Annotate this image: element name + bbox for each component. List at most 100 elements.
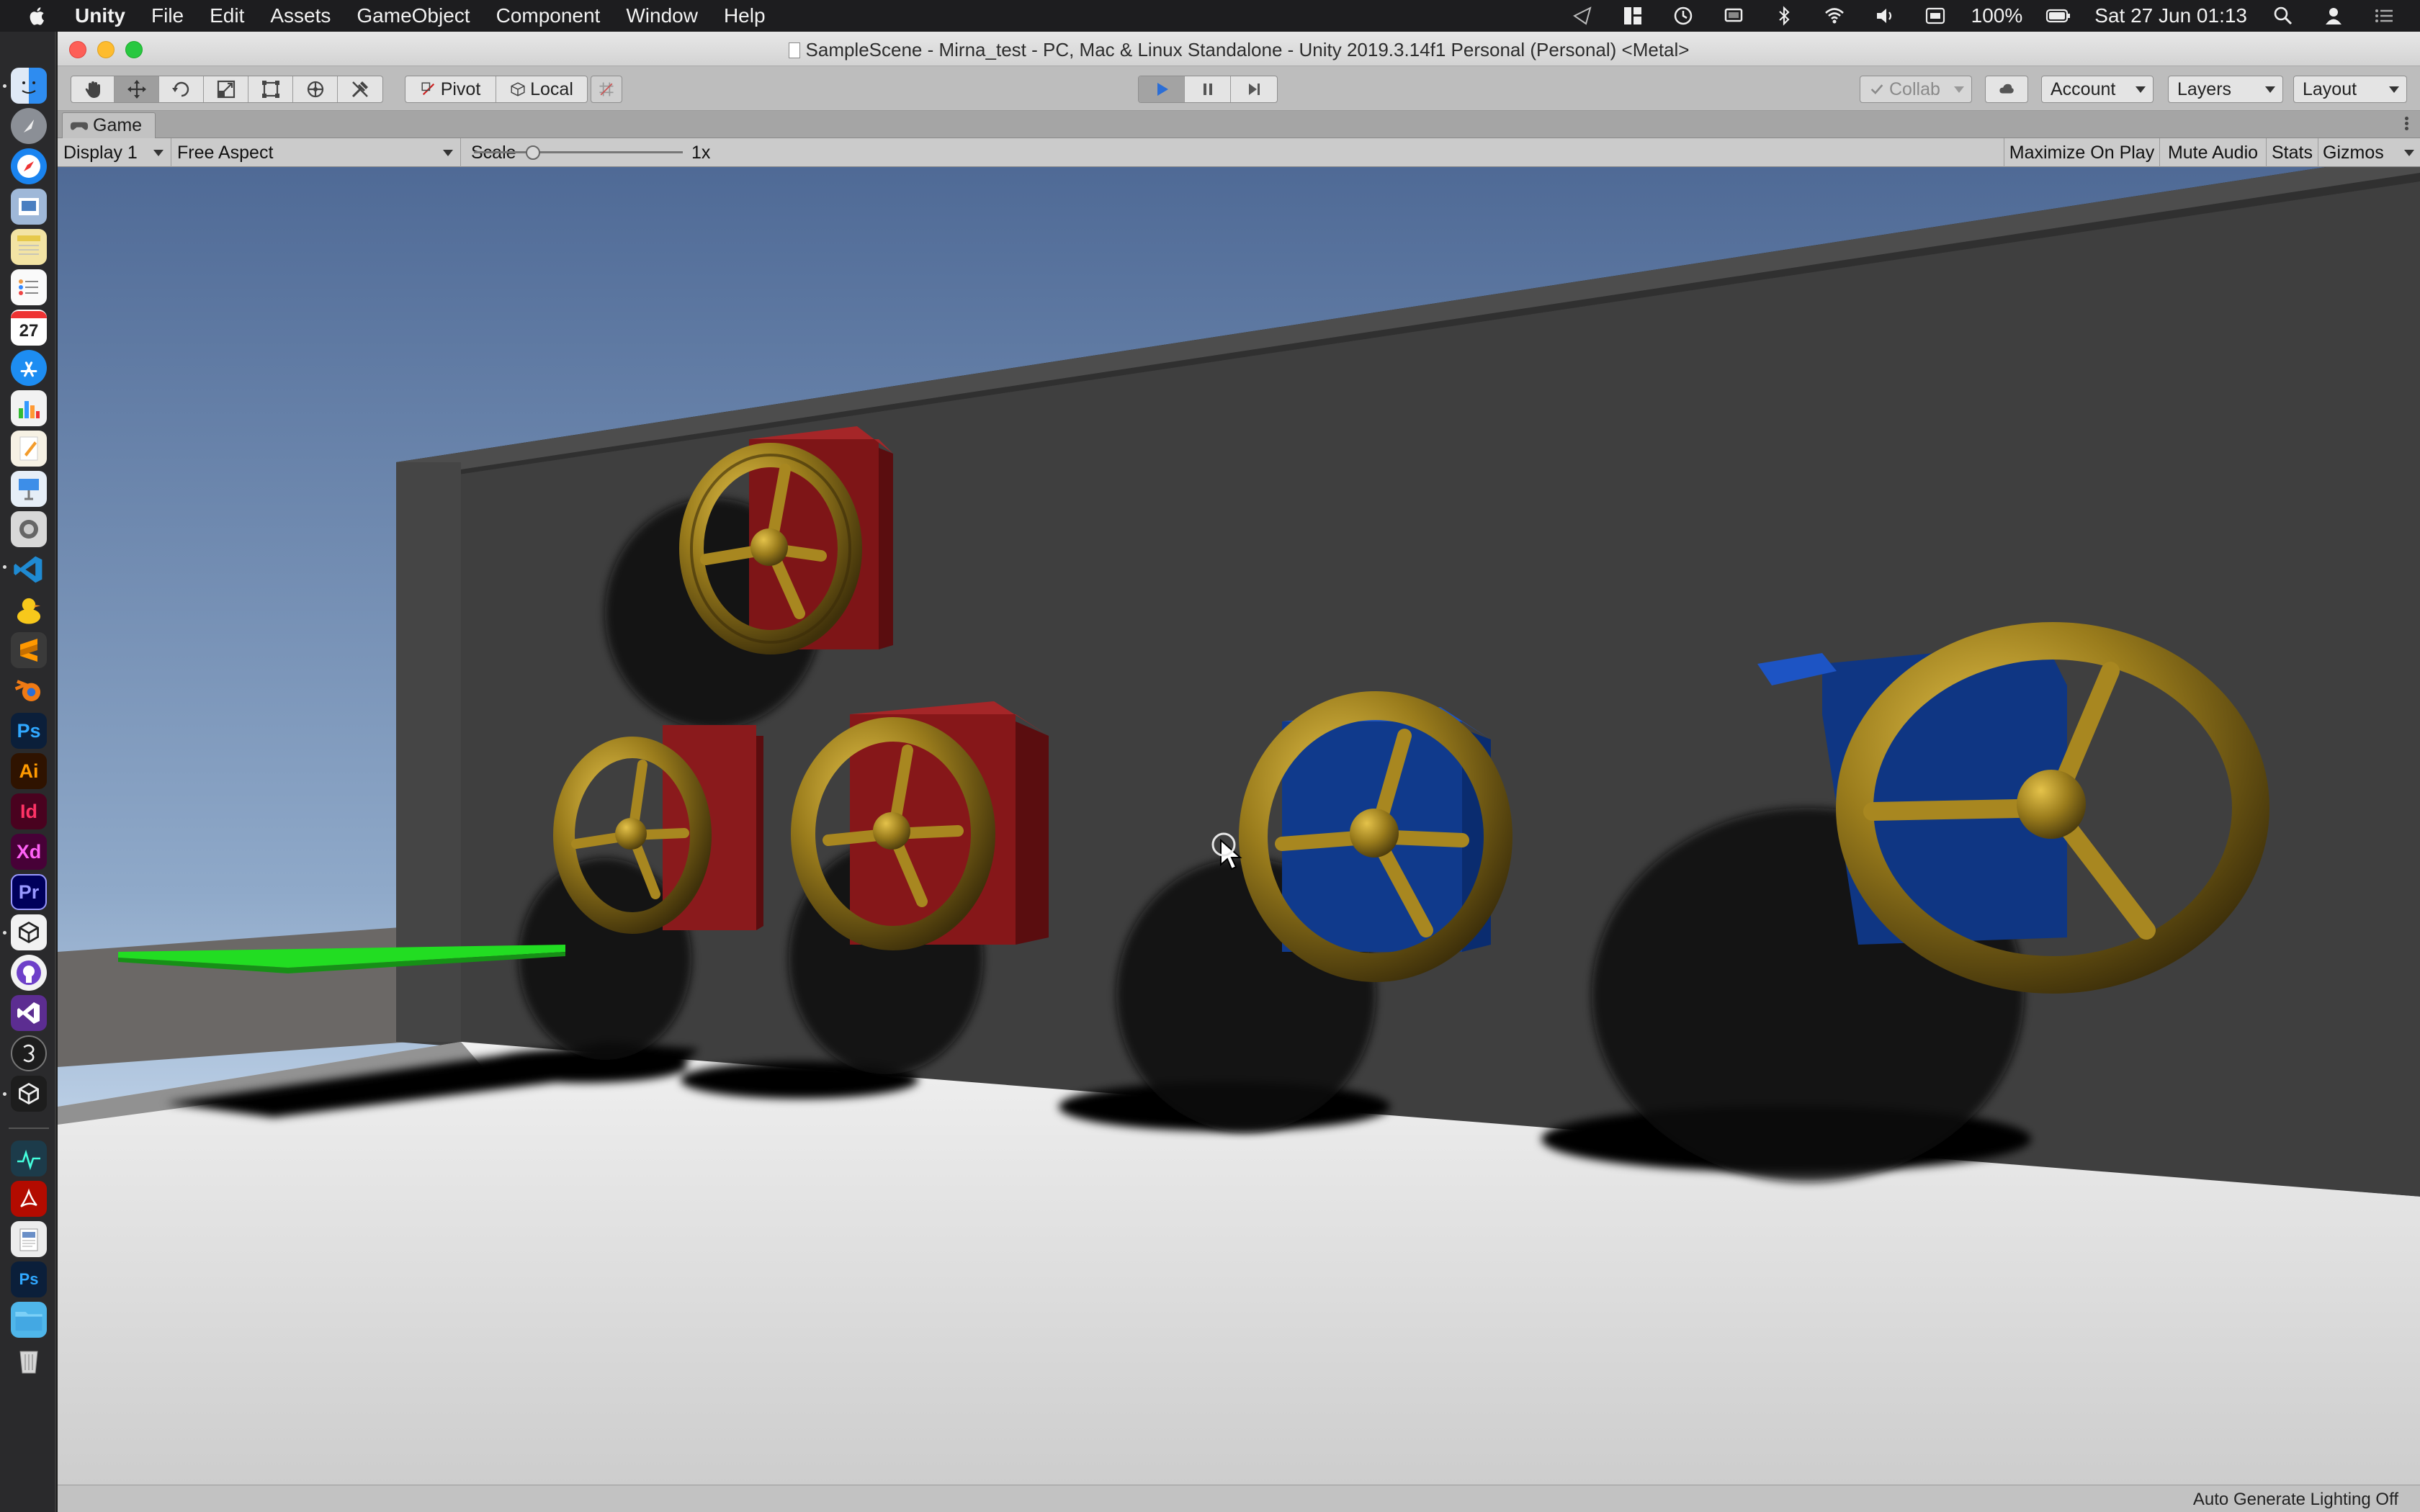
menu-edit[interactable]: Edit [197,4,257,27]
menu-assets[interactable]: Assets [257,4,344,27]
calendar-day: 27 [19,321,39,341]
spotlight-search-icon[interactable] [2269,5,2298,27]
unity-editor-icon[interactable] [11,1076,47,1112]
transform-all-tool-button[interactable] [293,76,338,102]
step-button[interactable] [1231,76,1277,102]
dock: 27 Ps Ai Id Xd Pr Ps [0,32,56,1512]
font-app-icon[interactable] [11,1035,47,1071]
playmode-controls [1138,76,1278,103]
numbers-icon[interactable] [11,390,47,426]
apple-menu-icon[interactable] [20,6,56,26]
gamepad-icon [70,122,89,130]
keyboard-input-icon[interactable] [1921,5,1950,27]
game-viewport[interactable] [58,167,2420,1485]
custom-tool-button[interactable] [338,76,382,102]
finder-icon[interactable] [11,68,47,104]
adobe-xd-icon[interactable]: Xd [11,834,47,870]
menu-window[interactable]: Window [613,4,711,27]
launchpad-icon[interactable] [11,108,47,144]
unity-cloud-status-icon[interactable] [1568,5,1597,27]
dock-running-indicator [3,1092,6,1096]
mute-audio-toggle[interactable]: Mute Audio [2159,138,2266,167]
display-label: Display 1 [63,142,138,163]
hand-tool-button[interactable] [71,76,115,102]
wifi-icon[interactable] [1820,5,1849,27]
layers-dropdown[interactable]: Layers [2168,76,2283,103]
psd-file-icon[interactable]: Ps [11,1261,47,1297]
preview-icon[interactable] [11,189,47,225]
premiere-pro-icon[interactable]: Pr [11,874,47,910]
vscode-icon[interactable] [11,552,47,588]
collab-dropdown[interactable]: Collab [1860,76,1972,103]
photoshop-icon[interactable]: Ps [11,713,47,749]
reminders-icon[interactable] [11,269,47,305]
calendar-icon[interactable]: 27 [11,310,47,346]
unity-hub-icon[interactable] [11,914,47,950]
scale-slider-track[interactable] [474,151,683,153]
visual-studio-icon[interactable] [11,995,47,1031]
local-toggle-button[interactable]: Local [496,76,587,102]
user-account-icon[interactable] [2319,5,2348,27]
stats-toggle[interactable]: Stats [2266,138,2318,167]
menu-component[interactable]: Component [483,4,614,27]
panel-options-icon[interactable] [2403,115,2410,134]
volume-icon[interactable] [1870,5,1899,27]
menu-app-unity[interactable]: Unity [56,4,138,27]
pause-button[interactable] [1185,76,1231,102]
blender-icon[interactable] [11,672,47,708]
rect-tool-button[interactable] [248,76,293,102]
downloads-stack-icon[interactable] [11,1221,47,1257]
move-tool-button[interactable] [115,76,159,102]
pivot-toggle-button[interactable]: Pivot [405,76,496,102]
cyberduck-icon[interactable] [11,592,47,628]
battery-percent: 100% [1971,4,2023,27]
trash-icon[interactable] [11,1342,47,1378]
notification-center-icon[interactable] [2370,5,2398,27]
play-button[interactable] [1139,76,1185,102]
time-machine-icon[interactable] [1669,5,1698,27]
scale-slider-thumb[interactable] [526,145,540,160]
menubar-clock[interactable]: Sat 27 Jun 01:13 [2094,4,2247,27]
github-desktop-icon[interactable] [11,955,47,991]
menu-help[interactable]: Help [711,4,779,27]
display-icon[interactable] [1719,5,1748,27]
indesign-icon[interactable]: Id [11,793,47,829]
app-store-icon[interactable] [11,350,47,386]
hand-icon [85,81,100,98]
sublime-text-icon[interactable] [11,632,47,668]
safari-icon[interactable] [11,148,47,184]
dock-running-indicator [3,84,6,88]
collab-label: Collab [1889,78,1940,99]
menu-file[interactable]: File [138,4,197,27]
scale-tool-button[interactable] [204,76,248,102]
scene-file-icon [788,42,800,58]
menu-gameobject[interactable]: GameObject [344,4,483,27]
lighting-status-text[interactable]: Auto Generate Lighting Off [2193,1490,2398,1510]
layout-dropdown[interactable]: Layout [2293,76,2407,103]
folder-icon[interactable] [11,1302,47,1338]
acrobat-icon[interactable] [11,1181,47,1217]
move-arrows-icon [127,80,146,99]
tab-game[interactable]: Game [62,112,156,138]
illustrator-icon[interactable]: Ai [11,753,47,789]
transform-all-icon [307,81,323,98]
rotate-tool-button[interactable] [159,76,204,102]
window-layout-icon[interactable] [1618,5,1647,27]
bluetooth-icon[interactable] [1770,5,1798,27]
battery-icon[interactable] [2044,5,2073,27]
screenshot-utility-icon[interactable] [11,511,47,547]
gizmos-dropdown[interactable]: Gizmos [2318,138,2420,167]
account-dropdown[interactable]: Account [2041,76,2154,103]
xd-label: Xd [16,840,42,863]
grid-snap-button[interactable] [591,76,622,103]
pages-icon[interactable] [11,431,47,467]
unity-toolbar: Pivot Local Collab Account Layers Layout [58,66,2420,111]
keynote-icon[interactable] [11,471,47,507]
notes-icon[interactable] [11,229,47,265]
rotate-icon [171,81,189,97]
activity-monitor-icon[interactable] [11,1140,47,1176]
maximize-on-play-toggle[interactable]: Maximize On Play [2004,138,2159,167]
cloud-services-button[interactable] [1985,76,2028,103]
aspect-dropdown[interactable]: Free Aspect [171,138,461,167]
display-dropdown[interactable]: Display 1 [58,138,171,167]
